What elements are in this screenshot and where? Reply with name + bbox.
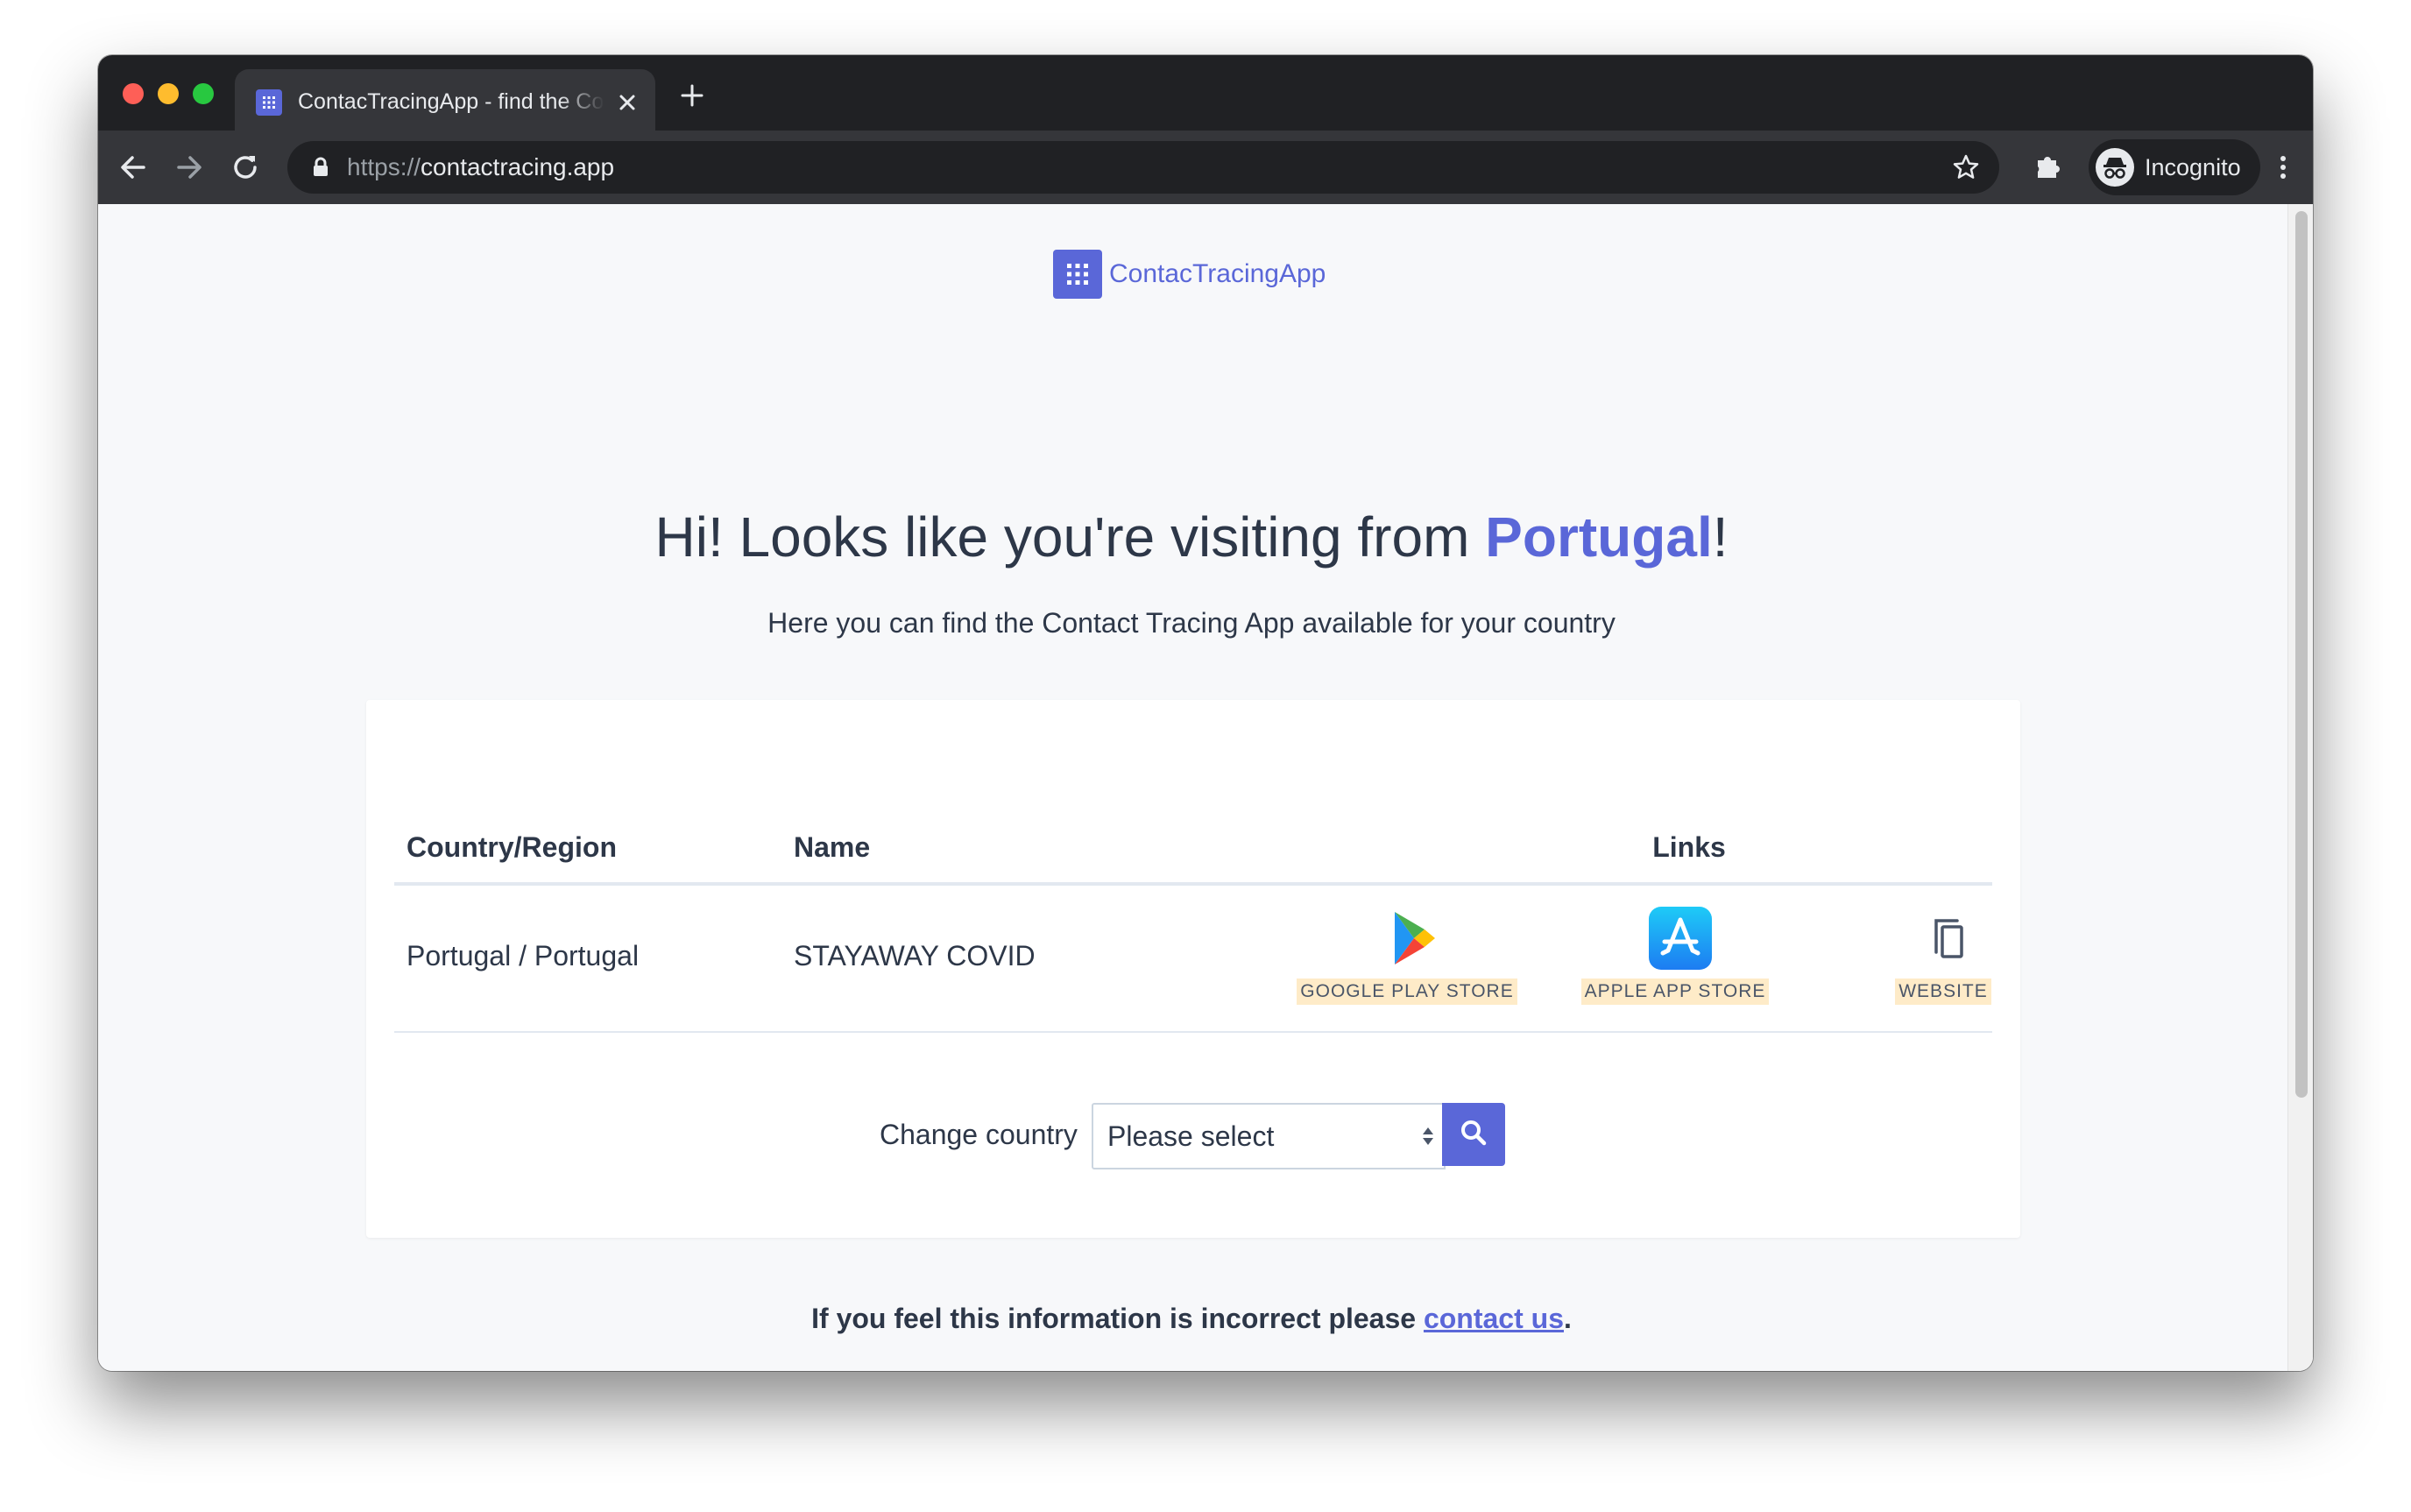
column-header-country: Country/Region — [407, 831, 617, 863]
reload-icon[interactable] — [228, 150, 263, 185]
tab-strip: ContacTracingApp - find the Contact Trac… — [98, 55, 2313, 131]
close-icon[interactable] — [615, 90, 640, 115]
grid-icon — [1053, 250, 1102, 299]
browser-window: ContacTracingApp - find the Contact Trac… — [98, 55, 2313, 1371]
google-play-label: GOOGLE PLAY STORE — [1293, 979, 1521, 1005]
website-label: WEBSITE — [1829, 979, 2057, 1005]
select-arrows-icon — [1421, 1126, 1435, 1147]
column-header-name: Name — [794, 831, 871, 863]
plus-icon[interactable] — [680, 83, 704, 108]
incognito-icon — [2096, 148, 2134, 187]
page-title: Hi! Looks like you're visiting from Port… — [98, 502, 2285, 572]
app-store-link[interactable]: APPLE APP STORE — [1561, 907, 1789, 1012]
browser-tab[interactable]: ContacTracingApp - find the Contact Trac… — [235, 69, 655, 131]
profile-label: Incognito — [2145, 154, 2241, 180]
footer-note: If you feel this information is incorrec… — [98, 1299, 2285, 1338]
tab-title: ContacTracingApp - find the Contact Trac… — [298, 89, 605, 114]
scrollbar-thumb[interactable] — [2295, 211, 2308, 1098]
app-store-label: APPLE APP STORE — [1561, 979, 1789, 1005]
url-scheme: https:// — [347, 153, 421, 180]
page-viewport: ContacTracingApp Hi! Looks like you're v… — [98, 204, 2313, 1371]
grid-icon — [256, 89, 282, 116]
footer-prefix: If you feel this information is incorrec… — [811, 1303, 1424, 1334]
row-divider — [394, 1031, 1992, 1033]
forward-arrow-icon[interactable] — [172, 150, 207, 185]
window-minimize-button[interactable] — [158, 83, 179, 104]
window-close-button[interactable] — [123, 83, 144, 104]
row-country: Portugal / Portugal — [407, 940, 640, 971]
website-label-text: WEBSITE — [1895, 979, 1991, 1005]
country-select[interactable]: Please select — [1092, 1103, 1446, 1169]
profile-button[interactable]: Incognito — [2089, 139, 2260, 195]
headline-prefix: Hi! Looks like you're visiting from — [654, 505, 1486, 569]
lock-icon[interactable] — [308, 155, 333, 180]
headline-suffix: ! — [1712, 505, 1729, 569]
detected-country: Portugal — [1485, 505, 1713, 569]
back-arrow-icon[interactable] — [116, 150, 151, 185]
window-zoom-button[interactable] — [193, 83, 214, 104]
footer-suffix: . — [1563, 1303, 1572, 1334]
website-link[interactable]: WEBSITE — [1829, 907, 2057, 1012]
row-app-name: STAYAWAY COVID — [794, 940, 1036, 971]
page-subtitle: Here you can find the Contact Tracing Ap… — [767, 607, 1616, 639]
url-text: https://contactracing.app — [347, 141, 614, 194]
header-divider — [394, 882, 1992, 886]
column-header-links: Links — [1652, 831, 1726, 863]
address-bar[interactable]: https://contactracing.app — [287, 141, 1999, 194]
url-host: contactracing.app — [421, 153, 615, 180]
country-select-value: Please select — [1107, 1120, 1275, 1152]
puzzle-icon[interactable] — [2029, 148, 2068, 187]
change-country-label: Change country — [880, 1119, 1078, 1150]
app-store-icon — [1649, 907, 1712, 970]
copy-icon — [1917, 907, 1980, 970]
star-icon[interactable] — [1952, 153, 1980, 181]
google-play-icon — [1381, 907, 1444, 970]
scrollbar-track[interactable] — [2287, 204, 2313, 1371]
results-card: Country/Region Name Links Portugal / Por… — [366, 700, 2020, 1238]
more-vert-icon[interactable] — [2274, 148, 2292, 187]
brand-name: ContacTracingApp — [1109, 259, 1326, 288]
google-play-link[interactable]: GOOGLE PLAY STORE — [1293, 907, 1521, 1012]
contact-us-link[interactable]: contact us — [1424, 1303, 1564, 1334]
app-store-label-text: APPLE APP STORE — [1580, 979, 1770, 1005]
search-button[interactable] — [1442, 1103, 1505, 1166]
search-icon — [1461, 1120, 1487, 1146]
google-play-label-text: GOOGLE PLAY STORE — [1297, 979, 1517, 1005]
browser-toolbar: https://contactracing.app Incognito — [98, 131, 2313, 204]
